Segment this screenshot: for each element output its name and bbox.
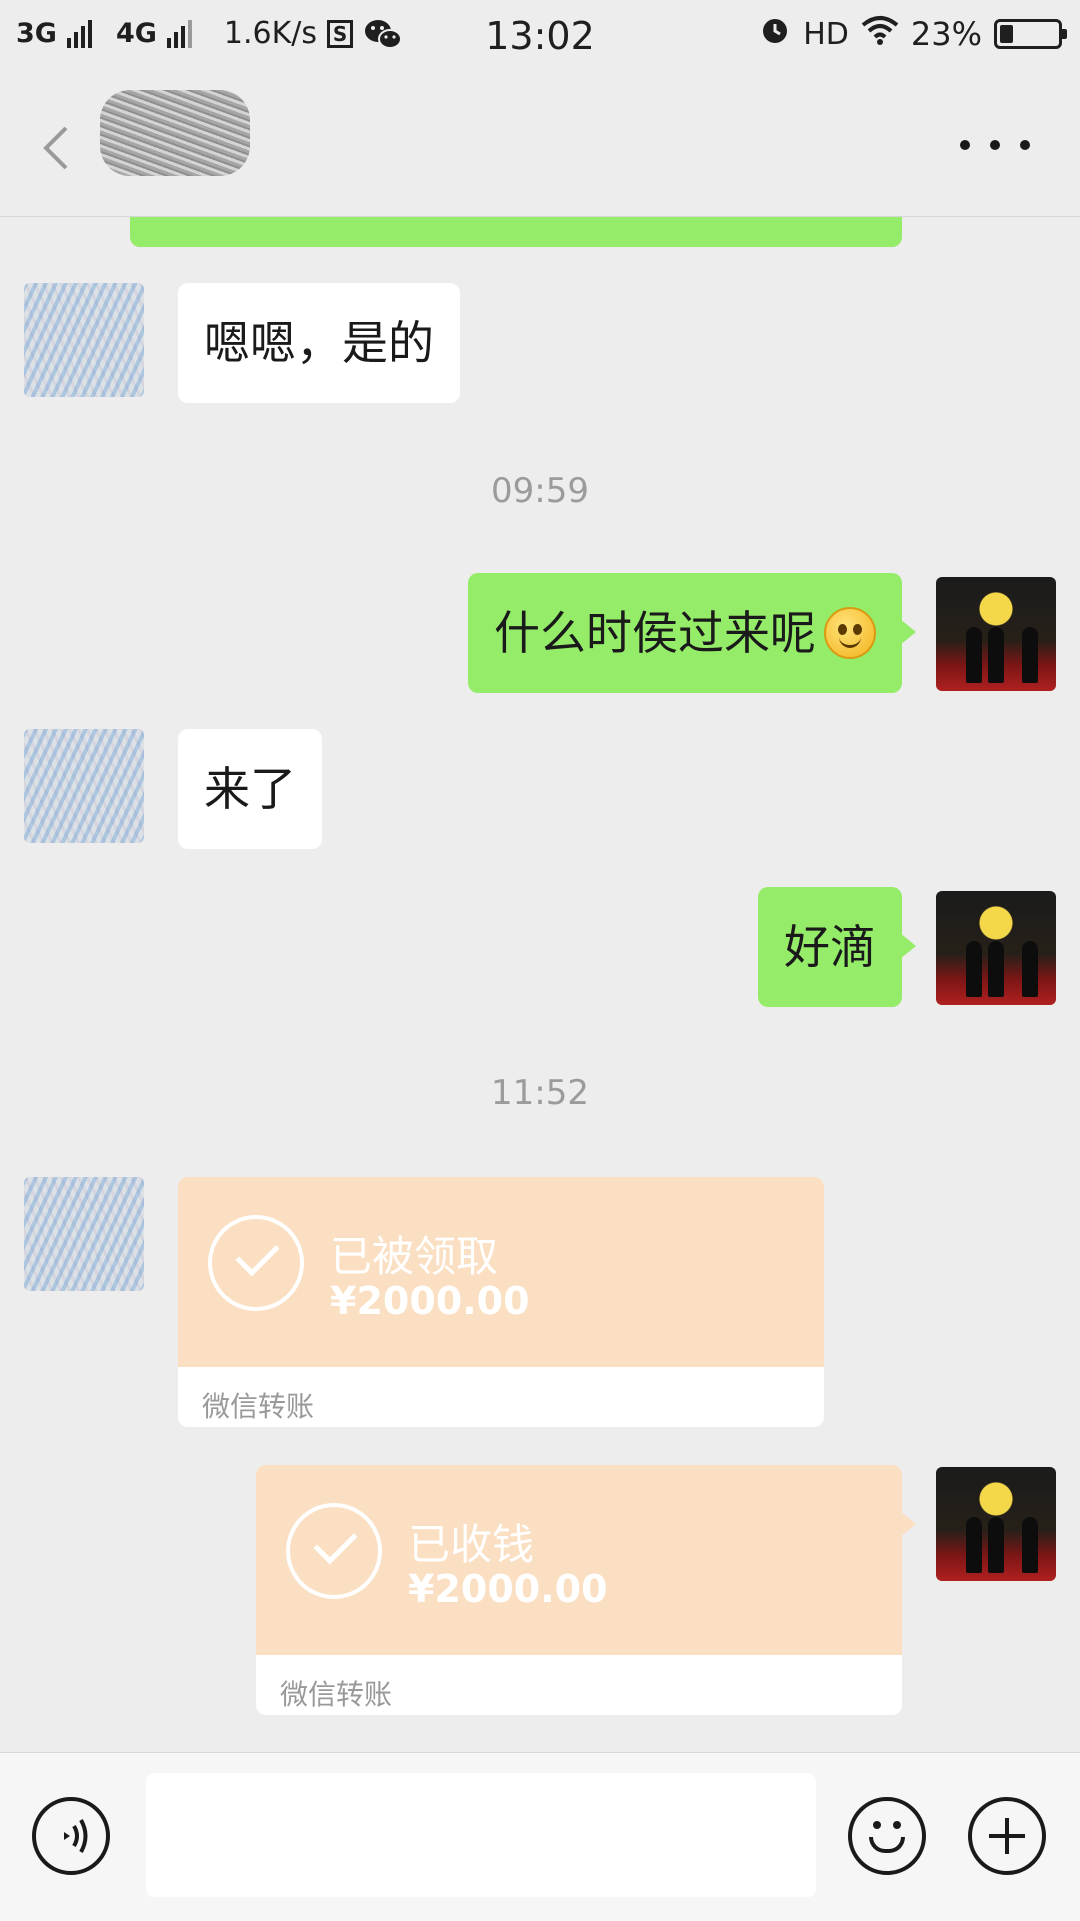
hd-label: HD xyxy=(803,16,849,52)
battery-icon xyxy=(994,19,1067,49)
smile-emoji-icon xyxy=(824,607,876,659)
message-input[interactable] xyxy=(146,1773,816,1897)
more-dots-icon xyxy=(960,140,970,150)
my-avatar[interactable] xyxy=(936,1467,1056,1581)
message-text: 来了 xyxy=(204,762,296,816)
wifi-icon xyxy=(861,15,899,53)
contact-avatar[interactable] xyxy=(24,729,144,843)
check-circle-icon xyxy=(208,1215,304,1311)
emoji-button[interactable] xyxy=(848,1797,926,1875)
transfer-status: 已被领取 xyxy=(330,1232,499,1281)
transfer-card[interactable]: 已收钱 ¥2000.00 微信转账 xyxy=(256,1465,916,1715)
my-avatar[interactable] xyxy=(936,577,1056,691)
contact-name-redacted xyxy=(100,90,250,176)
chat-header xyxy=(0,74,1080,217)
transfer-label: 微信转账 xyxy=(202,1390,315,1423)
message-bubble-partial[interactable] xyxy=(130,217,902,247)
message-bubble-left[interactable]: 来了 xyxy=(178,729,322,849)
contact-avatar[interactable] xyxy=(24,283,144,397)
chevron-left-icon xyxy=(43,126,68,170)
alarm-icon xyxy=(759,14,791,54)
timestamp: 11:52 xyxy=(491,1073,589,1113)
my-avatar[interactable] xyxy=(936,891,1056,1005)
transfer-status: 已收钱 xyxy=(408,1520,535,1569)
message-bubble-right[interactable]: 好滴 xyxy=(758,887,916,1007)
message-text: 嗯嗯，是的 xyxy=(204,316,434,370)
battery-percent: 23% xyxy=(910,15,982,53)
message-bubble-right[interactable]: 什么时侯过来呢 xyxy=(468,573,916,693)
more-button[interactable] xyxy=(960,130,1030,160)
message-text: 好滴 xyxy=(784,920,876,974)
voice-button[interactable] xyxy=(32,1797,110,1875)
message-list[interactable]: 嗯嗯，是的 09:59 什么时侯过来呢 来了 好滴 11:52 已被领取 ¥20… xyxy=(0,217,1080,1752)
timestamp: 09:59 xyxy=(491,471,589,511)
voice-icon xyxy=(64,1819,88,1853)
status-bar: 3G 4G 1.6K/s S 13:02 HD 23% xyxy=(0,0,1080,74)
input-bar xyxy=(0,1752,1080,1921)
more-functions-button[interactable] xyxy=(968,1797,1046,1875)
check-circle-icon xyxy=(286,1503,382,1599)
back-button[interactable] xyxy=(30,114,90,184)
transfer-amount: ¥2000.00 xyxy=(330,1279,530,1323)
transfer-card[interactable]: 已被领取 ¥2000.00 微信转账 xyxy=(178,1177,824,1427)
message-bubble-left[interactable]: 嗯嗯，是的 xyxy=(178,283,460,403)
message-text: 什么时侯过来呢 xyxy=(494,606,816,660)
transfer-amount: ¥2000.00 xyxy=(408,1567,608,1611)
contact-avatar[interactable] xyxy=(24,1177,144,1291)
emoji-icon xyxy=(869,1837,905,1853)
status-right: HD 23% xyxy=(759,14,1067,54)
transfer-label: 微信转账 xyxy=(280,1678,393,1711)
